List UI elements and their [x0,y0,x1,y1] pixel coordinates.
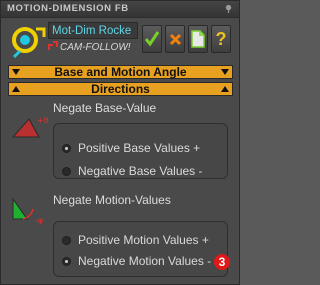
feature-panel: MOTION-DIMENSION FB Mot-Dim Rocke CAM-FO… [0,0,240,285]
new-document-button[interactable] [188,25,208,53]
ok-button[interactable] [142,25,162,53]
cancel-icon [169,33,181,45]
radio-negative-motion[interactable]: Negative Motion Values - [62,253,211,269]
negate-motion-group: Positive Motion Values + Negative Motion… [53,221,228,277]
pin-icon[interactable] [224,4,233,13]
radio-button[interactable] [62,143,71,153]
select-target-icon[interactable] [10,23,46,59]
name-input[interactable]: Mot-Dim Rocke [48,22,138,39]
radio-button[interactable] [62,256,71,266]
help-icon: ? [215,28,227,49]
step-badge: 3 [214,254,230,270]
radio-button[interactable] [62,235,71,245]
chevron-up-icon [221,86,229,92]
title-bar: MOTION-DIMENSION FB [1,1,239,18]
bar-label: Base and Motion Angle [54,65,187,79]
cancel-button[interactable] [165,25,185,53]
svg-text:+θ: +θ [37,116,49,125]
svg-text:-φ: -φ [35,216,43,225]
negate-base-label: Negate Base-Value [53,101,157,115]
base-motion-angle-bar[interactable]: Base and Motion Angle [8,65,233,79]
radio-button[interactable] [62,166,71,176]
radio-positive-base[interactable]: Positive Base Values + [62,140,200,156]
motion-angle-icon: -φ [12,197,43,225]
directions-bar[interactable]: Directions [8,82,233,96]
ok-icon [145,31,159,47]
radio-positive-motion[interactable]: Positive Motion Values + [62,232,209,248]
chevron-down-icon [221,69,229,75]
new-document-icon [191,30,205,48]
base-angle-icon: +θ [11,116,49,138]
help-button[interactable]: ? [211,25,231,53]
radio-negative-base[interactable]: Negative Base Values - [62,163,203,179]
bar-label: Directions [91,82,150,96]
link-icon [48,41,58,50]
negate-motion-label: Negate Motion-Values [53,193,171,207]
panel-title: MOTION-DIMENSION FB [7,3,129,14]
header: Mot-Dim Rocke CAM-FOLLOW! ? [8,21,234,61]
negate-base-group: Positive Base Values + Negative Base Val… [53,123,228,179]
follower-label: CAM-FOLLOW! [60,42,131,53]
follower-link[interactable]: CAM-FOLLOW! [48,40,138,56]
